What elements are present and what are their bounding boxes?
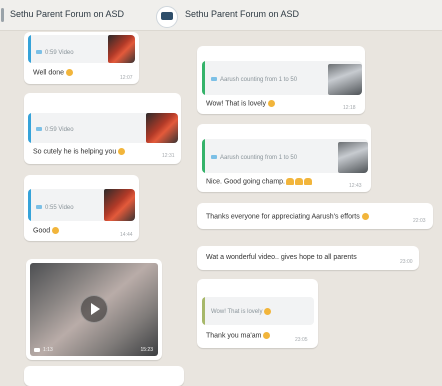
video-camera-icon (34, 348, 40, 352)
clap-emoji-icon (286, 178, 294, 185)
smile-emoji-icon (263, 332, 271, 339)
message-text: Well done (33, 69, 65, 77)
smile-emoji-icon (118, 148, 126, 155)
quoted-message[interactable]: Aarush counting from 1 to 50 (202, 139, 368, 173)
message-time: 12:43 (349, 183, 362, 189)
message-text: Thank you ma'am (206, 332, 262, 340)
folded-hands-icon (361, 213, 369, 220)
message-bubble[interactable]: 0:59 Video So cutely he is helping you 1… (24, 93, 181, 164)
message-time: 23:05 (295, 337, 308, 343)
message-bubble[interactable]: Thanks everyone for appreciating Aarush'… (197, 203, 433, 229)
clap-emoji-icon (304, 178, 312, 185)
play-icon (91, 303, 100, 315)
video-camera-icon (211, 155, 217, 160)
video-thumbnail (328, 64, 362, 95)
group-avatar[interactable] (156, 6, 178, 28)
message-time: 22:03 (413, 218, 426, 224)
message-bubble[interactable]: Wat a wonderful video.. gives hope to al… (197, 246, 419, 270)
message-bubble[interactable]: Wow! That is lovely Thank you ma'am 23:0… (197, 279, 318, 348)
back-edge-icon[interactable] (1, 8, 4, 22)
message-bubble-partial[interactable] (24, 366, 184, 386)
play-button[interactable] (80, 295, 108, 323)
video-camera-icon (36, 205, 42, 210)
quoted-text: Wow! That is lovely (211, 309, 263, 316)
smile-emoji-icon (264, 308, 272, 315)
message-text: Nice. Good going champ. (206, 178, 285, 186)
reply-bar (202, 297, 205, 325)
reply-bar (202, 139, 205, 173)
quoted-text: 0:59 Video (45, 127, 74, 133)
reply-bar (28, 189, 31, 221)
message-time: 12:07 (120, 75, 133, 81)
message-bubble[interactable]: 0:59 Video Well done 12:07 (24, 32, 139, 84)
reply-bar (28, 35, 31, 63)
video-thumbnail (104, 189, 135, 221)
logo-icon (161, 12, 173, 20)
quoted-text: 0:59 Video (45, 50, 74, 56)
video-player[interactable]: 1:13 15:23 (30, 263, 158, 356)
quoted-video[interactable]: 0:59 Video (28, 35, 135, 63)
message-time: 12:18 (343, 105, 356, 111)
message-bubble[interactable]: 0:55 Video Good 14:44 (24, 175, 139, 241)
message-bubble[interactable]: Aarush counting from 1 to 50 Nice. Good … (197, 124, 371, 192)
video-duration: 1:13 (43, 347, 53, 353)
chat-header: Sethu Parent Forum on ASD Sethu Parent F… (0, 0, 442, 31)
quoted-message[interactable]: Wow! That is lovely (202, 297, 314, 325)
message-text: Thanks everyone for appreciating Aarush'… (206, 213, 360, 221)
message-text: So cutely he is helping you (33, 148, 117, 156)
message-text: Wat a wonderful video.. gives hope to al… (206, 254, 357, 261)
reply-bar (202, 61, 205, 95)
group-title[interactable]: Sethu Parent Forum on ASD (185, 9, 299, 19)
video-camera-icon (36, 127, 42, 132)
quoted-text: Aarush counting from 1 to 50 (220, 77, 298, 83)
video-thumbnail (108, 35, 135, 63)
thumbs-up-icon (66, 69, 74, 76)
message-time: 12:31 (162, 153, 175, 159)
smile-emoji-icon (268, 100, 276, 107)
video-thumbnail (338, 142, 368, 173)
group-title-left[interactable]: Sethu Parent Forum on ASD (10, 9, 124, 19)
message-text: Good (33, 227, 51, 235)
message-time: 14:44 (120, 232, 133, 238)
quoted-video[interactable]: 0:59 Video (28, 113, 178, 143)
message-bubble[interactable]: Aarush counting from 1 to 50 Wow! That i… (197, 46, 365, 114)
quoted-text: 0:55 Video (45, 205, 74, 211)
thumbs-up-icon (52, 227, 60, 234)
quoted-message[interactable]: Aarush counting from 1 to 50 (202, 61, 362, 95)
video-camera-icon (36, 50, 42, 55)
message-time: 15:23 (140, 347, 153, 353)
video-camera-icon (211, 77, 217, 82)
quoted-video[interactable]: 0:55 Video (28, 189, 135, 221)
video-thumbnail (146, 113, 178, 143)
message-time: 23:00 (400, 259, 413, 265)
quoted-text: Aarush counting from 1 to 50 (220, 155, 298, 161)
clap-emoji-icon (295, 178, 303, 185)
reply-bar (28, 113, 31, 143)
message-text: Wow! That is lovely (206, 100, 267, 108)
